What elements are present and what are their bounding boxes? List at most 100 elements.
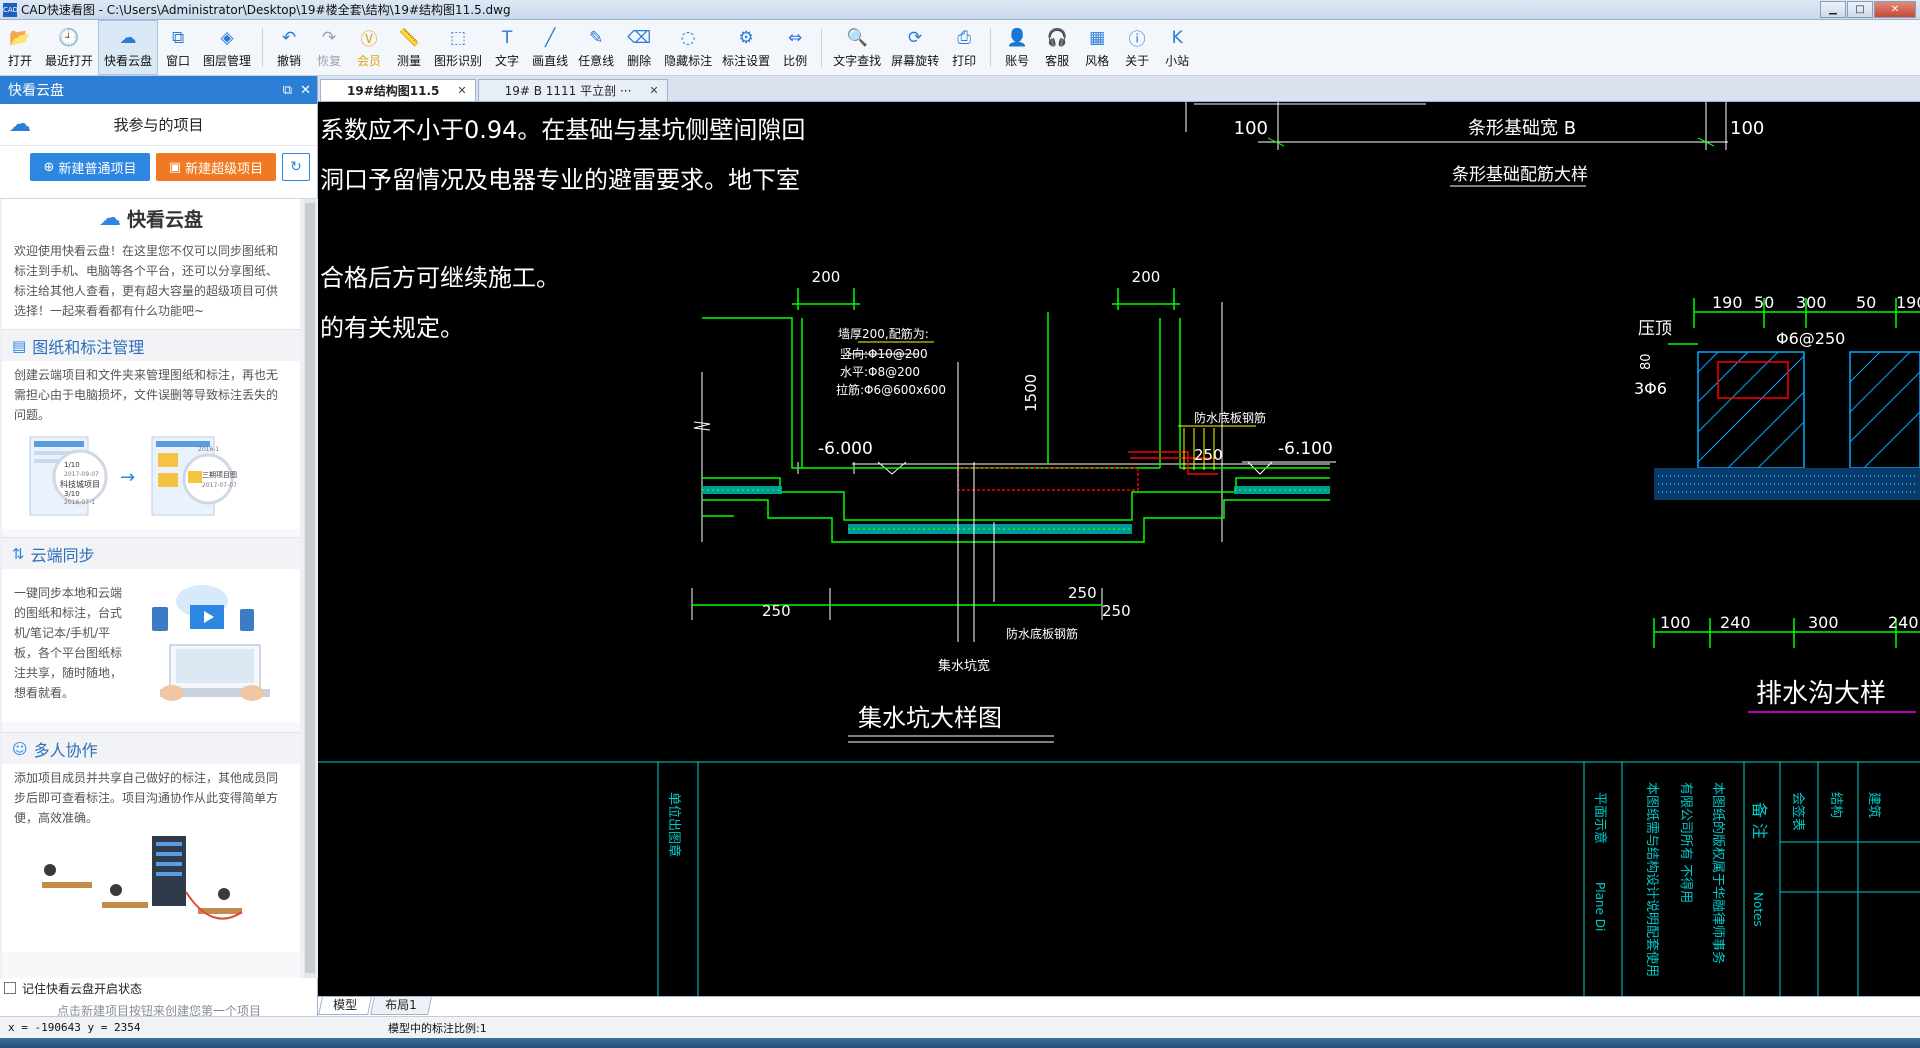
ditch-dim-300-b: 300 — [1808, 613, 1839, 632]
toolbar-label: 小站 — [1165, 53, 1190, 68]
keep-open-option[interactable]: 记住快看云盘开启状态 — [4, 978, 142, 998]
tb-structure: 结构 — [1828, 792, 1843, 818]
toolbar-button-annotation-settings[interactable]: ⚙ 标注设置 — [717, 20, 775, 75]
toolbar-button-eraser[interactable]: ⌫ 删除 — [619, 20, 659, 75]
section-title-drawings: ▤ 图纸和标注管理 — [2, 329, 300, 361]
close-panel-icon[interactable]: ✕ — [300, 83, 311, 98]
dim-pit-depth: 1500 — [1022, 374, 1040, 412]
toolbar-button-rotate[interactable]: ⟳ 屏幕旋转 — [886, 20, 944, 75]
ditch-label-stirrup: Φ6@250 — [1776, 329, 1845, 348]
sump-pit-title: 集水坑大样图 — [858, 704, 1002, 732]
toolbar-button-history[interactable]: 🕘 最近打开 — [40, 20, 98, 75]
toolbar-label: 恢复 — [317, 53, 342, 68]
wall-rebar-title: 墙厚200,配筋为: — [838, 326, 929, 341]
toolbar-label: 屏幕旋转 — [891, 53, 940, 68]
tb-architecture: 建筑 — [1866, 792, 1882, 818]
note-line-3: 合格后方可继续施工。 — [320, 264, 560, 292]
new-normal-project-button[interactable]: ⊕ 新建普通项目 — [30, 153, 150, 181]
minimize-button[interactable]: ▁ — [1820, 1, 1846, 18]
annotation-scale: 模型中的标注比例:1 — [388, 1021, 487, 1035]
toolbar-label: 比例 — [783, 53, 808, 68]
toolbar-button-headset[interactable]: 🎧 客服 — [1037, 20, 1077, 75]
text-search-icon: 🔍 — [846, 27, 868, 48]
ditch-dim-240-a: 240 — [1720, 613, 1751, 632]
tab-model[interactable]: 模型 — [318, 997, 372, 1015]
new-super-project-button[interactable]: ▣ 新建超级项目 — [156, 153, 276, 181]
toolbar-button-window[interactable]: ⧉ 窗口 — [158, 20, 198, 75]
line-icon: ╱ — [544, 27, 556, 48]
tab-layout1[interactable]: 布局1 — [370, 997, 432, 1015]
label-slab-rebar-bottom: 防水底板钢筋 — [1006, 626, 1078, 641]
note-line-1: 系数应不小于0.94。在基础与基坑侧壁间隙回 — [320, 116, 805, 144]
maximize-button[interactable]: □ — [1847, 1, 1873, 18]
drawing-canvas[interactable]: 系数应不小于0.94。在基础与基坑侧壁间隙回 洞口予留情况及电器专业的避雷要求。… — [318, 102, 1920, 996]
toolbar-label: 撤销 — [277, 53, 302, 68]
toolbar-label: 标注设置 — [722, 53, 771, 68]
info-icon: ⓘ — [1128, 30, 1146, 50]
dim-top-right: 100 — [1730, 118, 1764, 139]
tab-structure-drawing[interactable]: 19#结构图11.5 ✕ — [320, 79, 476, 101]
cloud-logo-icon: ☁ — [98, 205, 121, 231]
toolbar-button-text[interactable]: T 文字 — [487, 20, 527, 75]
toolbar-button-pen[interactable]: ✎ 任意线 — [573, 20, 619, 75]
toolbar-button-undo[interactable]: ↶ 撤销 — [269, 20, 309, 75]
ditch-label-bars: 3Φ6 — [1634, 379, 1667, 398]
toolbar-button-folder-open[interactable]: 📂 打开 — [0, 20, 40, 75]
close-button[interactable]: ✕ — [1874, 1, 1916, 18]
toolbar-button-shape-recognize[interactable]: ⬚ 图形识别 — [429, 20, 487, 75]
toolbar-button-info[interactable]: ⓘ 关于 — [1117, 20, 1157, 75]
sync-illustration — [142, 569, 300, 722]
vip-icon: Ⓥ — [360, 30, 378, 50]
eye-off-icon: ◌ — [680, 27, 696, 48]
toolbar-label: 画直线 — [532, 53, 569, 68]
ditch-dim-300: 300 — [1796, 293, 1827, 312]
toolbar-button-text-search[interactable]: 🔍 文字查找 — [828, 20, 886, 75]
strip-footing-caption: 条形基础配筋大样 — [1452, 165, 1588, 185]
ill-date-1: 2017-09-07 — [64, 471, 99, 478]
toolbar-button-cloud[interactable]: ☁ 快看云盘 — [98, 20, 159, 75]
team-icon: ☺ — [12, 739, 28, 758]
redo-icon: ↷ — [321, 27, 337, 48]
toolbar-label: 窗口 — [166, 53, 191, 68]
tb-note-2: 有限公司所有 不得用 — [1678, 782, 1694, 903]
toolbar-button-redo[interactable]: ↷ 恢复 — [309, 20, 349, 75]
annotation-settings-icon: ⚙ — [738, 27, 754, 48]
ill-project-1: 科技城项目 — [60, 479, 100, 489]
intro-text: 欢迎使用快看云盘！在这里您不仅可以同步图纸和标注到手机、电脑等各个平台，还可以分… — [2, 237, 300, 329]
section-body-sync: 一键同步本地和云端的图纸和标注，台式机/笔记本/手机/平板，各个平台图纸标注共享… — [2, 569, 142, 722]
os-taskbar — [0, 1038, 1920, 1048]
keep-open-checkbox[interactable] — [4, 982, 16, 994]
toolbar-label: 账号 — [1005, 53, 1030, 68]
toolbar-button-k-logo[interactable]: K 小站 — [1157, 20, 1197, 75]
toolbar-button-scale[interactable]: ⇔ 比例 — [775, 20, 815, 75]
toolbar-label: 测量 — [397, 53, 422, 68]
toolbar-button-printer[interactable]: ⎙ 打印 — [944, 20, 984, 75]
toolbar-button-style[interactable]: ▦ 风格 — [1077, 20, 1117, 75]
restore-icon[interactable]: ⧉ — [283, 83, 292, 98]
tb-remarks: 备 注 — [1750, 802, 1769, 839]
wall-rebar-tie: 拉筋:Φ6@600x600 — [836, 382, 946, 397]
level-left: -6.000 — [818, 439, 873, 459]
toolbar-button-vip[interactable]: Ⓥ 会员 — [349, 20, 389, 75]
toolbar-button-line[interactable]: ╱ 画直线 — [527, 20, 573, 75]
tab-plan-elevation[interactable]: 19# B 1111 平立剖 ··· ✕ — [477, 79, 668, 101]
cloud-intro-scroll[interactable]: ☁ 快看云盘 欢迎使用快看云盘！在这里您不仅可以同步图纸和标注到手机、电脑等各个… — [0, 198, 318, 978]
toolbar-button-ruler[interactable]: 📏 测量 — [389, 20, 429, 75]
toolbar-button-user[interactable]: 👤 账号 — [997, 20, 1037, 75]
side-scroll-thumb[interactable] — [305, 203, 315, 973]
toolbar-button-layers[interactable]: ◈ 图层管理 — [198, 20, 256, 75]
toolbar-button-eye-off[interactable]: ◌ 隐藏标注 — [659, 20, 717, 75]
toolbar-label: 风格 — [1085, 53, 1110, 68]
scale-icon: ⇔ — [788, 27, 803, 48]
ill-date-3: 2016-1 — [198, 446, 219, 453]
side-scrollbar[interactable] — [304, 199, 316, 978]
ditch-dim-50-a: 50 — [1754, 293, 1774, 312]
tb-stamp: 单位出图章 — [666, 792, 682, 857]
wall-rebar-horizontal: 水平:Φ8@200 — [840, 365, 920, 379]
brand-title: ☁ 快看云盘 — [2, 199, 300, 237]
ruler-icon: 📏 — [398, 27, 420, 48]
close-tab-icon[interactable]: ✕ — [649, 84, 658, 97]
tb-plan: 平面示意 — [1592, 792, 1608, 844]
refresh-button[interactable]: ↻ — [282, 153, 310, 181]
close-tab-icon[interactable]: ✕ — [457, 84, 466, 97]
